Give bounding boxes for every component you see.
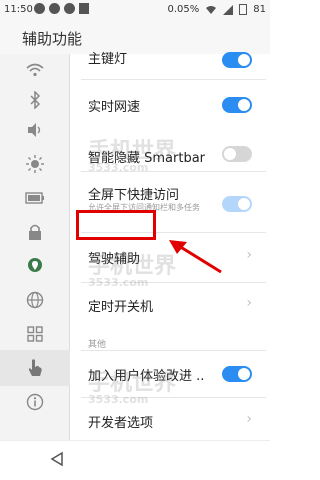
smartbar-toggle[interactable] [222, 146, 252, 162]
list-item-label: 开发者选项 [88, 416, 154, 431]
info-icon [26, 393, 44, 411]
watermark: 手机世界 3533.com [88, 254, 177, 289]
battery-status-icon [239, 4, 248, 15]
back-icon[interactable] [50, 451, 64, 467]
chevron-right-icon: › [246, 295, 252, 311]
highlight-box [76, 210, 156, 240]
sidebar-item-lock[interactable] [0, 214, 70, 250]
watermark: 手机世界 3533.com [88, 371, 177, 406]
chat-icon [49, 3, 60, 14]
watermark: 手机世界 3533.com [88, 139, 177, 174]
sound-icon [28, 123, 41, 137]
mail-icon [64, 3, 75, 14]
chevron-right-icon: › [246, 411, 252, 427]
signal-icon [223, 4, 234, 15]
settings-sidebar [0, 54, 70, 440]
grid-apps-icon [27, 326, 43, 342]
list-item-label: 实时网速 [88, 100, 141, 115]
battery-level: 81 [253, 4, 266, 15]
brightness-icon [26, 155, 44, 173]
status-bar: 11:50 0.05% 81 [0, 0, 270, 20]
sidebar-item-language[interactable] [0, 282, 70, 318]
sidebar-item-about[interactable] [0, 384, 70, 420]
title-bar: 辅助功能 [0, 20, 270, 54]
fullscreen-access-toggle[interactable] [222, 196, 252, 212]
bluetooth-icon [30, 91, 41, 109]
key-light-toggle[interactable] [222, 52, 252, 68]
page-title: 辅助功能 [22, 30, 83, 48]
image-icon [79, 3, 89, 14]
sidebar-item-battery[interactable] [0, 180, 70, 216]
list-item-label: 全屏下快捷访问 [88, 188, 180, 203]
annotation-arrow [169, 240, 222, 274]
globe-icon [26, 291, 44, 309]
chevron-right-icon: › [246, 247, 252, 263]
sidebar-item-sound[interactable] [0, 112, 70, 148]
user-experience-toggle[interactable] [222, 366, 252, 382]
list-item-key-light[interactable]: 主键灯 [71, 52, 270, 76]
notification-icons [34, 3, 89, 14]
sidebar-item-location[interactable] [0, 248, 70, 284]
list-item-label: 主键灯 [88, 52, 128, 67]
sidebar-item-brightness[interactable] [0, 146, 70, 182]
list-item-label: 定时开关机 [88, 300, 154, 315]
data-usage: 0.05% [167, 4, 200, 15]
battery-icon [25, 192, 44, 204]
net-speed-toggle[interactable] [222, 97, 252, 113]
wifi-icon [26, 63, 44, 77]
sidebar-item-accessibility[interactable] [0, 350, 70, 386]
section-header-other: 其他 [88, 340, 107, 350]
list-item-scheduled-power[interactable]: 定时开关机 › [71, 283, 270, 329]
location-icon [28, 258, 42, 272]
message-icon [34, 3, 45, 14]
lock-icon [29, 224, 41, 240]
wifi-status-icon [206, 5, 217, 14]
navigation-bar [0, 440, 270, 480]
sidebar-item-apps[interactable] [0, 316, 70, 352]
status-time: 11:50 [4, 4, 33, 15]
list-item-net-speed[interactable]: 实时网速 [71, 80, 270, 126]
hand-icon [28, 359, 42, 376]
